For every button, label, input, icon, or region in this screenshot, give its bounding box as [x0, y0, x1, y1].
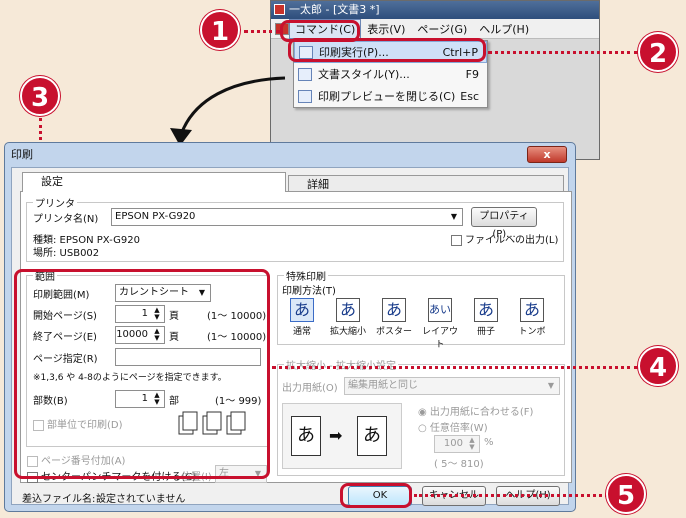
preview-source-page: あ: [291, 416, 321, 456]
printer-group-label: プリンタ: [33, 195, 77, 210]
printer-location: 場所: USB002: [33, 248, 100, 259]
callout-1: 1: [200, 10, 240, 50]
printer-name-value: EPSON PX-G920: [115, 211, 196, 222]
mode-booklet-label: 冊子: [476, 327, 495, 337]
mode-poster-label: ポスター: [375, 327, 412, 337]
callout-5-leader: [414, 494, 608, 497]
crop-marks-mode-icon: あ: [520, 298, 544, 322]
mode-crop-marks-label: トンボ: [518, 327, 546, 337]
output-paper-label: 出力用紙(O): [282, 383, 338, 394]
close-icon: x: [543, 148, 551, 161]
scale-settings-label: 拡大縮小 - 拡大縮小設定: [284, 357, 398, 372]
menu-page[interactable]: ページ(G): [411, 21, 473, 37]
highlight-range-area: [14, 269, 270, 479]
print-to-file-label: ファイルへの出力(L): [465, 235, 559, 246]
mode-scale[interactable]: あ拡大縮小: [326, 298, 370, 337]
scale-mode-icon: あ: [336, 298, 360, 322]
scale-settings-group: 拡大縮小 - 拡大縮小設定 出力用紙(O) 編集用紙と同じ ▼ あ ➡ あ ◉ …: [277, 357, 565, 476]
ratio-unit: %: [484, 437, 494, 448]
ratio-spinner[interactable]: 100 ▲ ▼: [434, 435, 480, 453]
menu-item-doc-style-label: 文書スタイル(Y)...: [318, 68, 410, 81]
preview-output-page: あ: [357, 416, 387, 456]
arrow-right-icon: ➡: [329, 426, 343, 445]
app-title-bar: 一太郎 - [文書3 *]: [271, 1, 599, 19]
app-icon: [274, 4, 285, 15]
mode-crop-marks[interactable]: あトンボ: [510, 298, 554, 337]
mode-layout[interactable]: あい レイアウト: [418, 298, 462, 350]
output-paper-value: 編集用紙と同じ: [348, 380, 418, 391]
document-style-icon: [298, 67, 312, 81]
print-method-label: 印刷方法(T): [282, 286, 336, 297]
booklet-mode-icon: あ: [474, 298, 498, 322]
ratio-hint: ( 5～ 810): [434, 459, 484, 470]
mode-normal[interactable]: あ通常: [280, 298, 324, 337]
callout-2: 2: [638, 32, 678, 72]
preview-icon: [298, 89, 312, 103]
printer-name-select[interactable]: EPSON PX-G920 ▼: [111, 208, 463, 226]
printer-group: プリンタ プリンタ名(N) EPSON PX-G920 ▼ プロパティ(P)..…: [26, 195, 564, 262]
menu-help[interactable]: ヘルプ(H): [473, 21, 535, 37]
curved-arrow-icon: [170, 76, 286, 146]
menu-item-close-preview[interactable]: 印刷プレビューを閉じる(C) Esc: [294, 85, 487, 107]
callout-4-leader: [272, 366, 638, 369]
merge-file-label: 差込ファイル名:: [22, 494, 96, 505]
chevron-down-icon: ▼: [450, 212, 458, 221]
custom-ratio-radio[interactable]: ○ 任意倍率(W): [418, 419, 488, 434]
menu-view[interactable]: 表示(V): [361, 21, 411, 37]
tab-settings[interactable]: 設定: [22, 172, 286, 192]
poster-mode-icon: あ: [382, 298, 406, 322]
highlight-print-item: [288, 38, 486, 62]
layout-mode-icon: あい: [428, 298, 452, 322]
callout-4: 4: [638, 346, 678, 386]
callout-1-leader: [244, 30, 280, 33]
printer-properties-button[interactable]: プロパティ(P)...: [471, 207, 537, 240]
printer-name-label: プリンタ名(N): [33, 214, 99, 225]
menu-item-close-preview-label: 印刷プレビューを閉じる(C): [318, 90, 456, 103]
fit-paper-radio[interactable]: ◉ 出力用紙に合わせる(F): [418, 403, 533, 418]
dialog-title-bar: 印刷 x: [5, 143, 575, 167]
mode-scale-label: 拡大縮小: [329, 327, 366, 337]
mode-poster[interactable]: あポスター: [372, 298, 416, 337]
special-print-group: 特殊印刷 印刷方法(T) あ通常 あ拡大縮小 あポスター あいレイアウト あ冊子…: [277, 268, 565, 350]
fit-paper-label: 出力用紙に合わせる(F): [429, 407, 534, 418]
chevron-down-icon: ▼: [547, 381, 555, 390]
callout-2-leader: [488, 51, 638, 54]
scale-preview: あ ➡ あ: [282, 403, 402, 469]
print-to-file-checkbox[interactable]: ファイルへの出力(L): [451, 231, 558, 246]
merge-file-value: 設定されていません: [96, 494, 186, 505]
dialog-close-button[interactable]: x: [527, 146, 567, 163]
normal-mode-icon: あ: [290, 298, 314, 322]
mode-layout-label: レイアウト: [421, 327, 458, 350]
callout-5: 5: [606, 474, 646, 514]
mode-normal-label: 通常: [292, 327, 311, 337]
highlight-ok-button: [340, 483, 412, 508]
special-print-label: 特殊印刷: [284, 268, 328, 283]
output-paper-select[interactable]: 編集用紙と同じ ▼: [344, 377, 560, 395]
mode-booklet[interactable]: あ冊子: [464, 298, 508, 337]
app-title: 一太郎 - [文書3 *]: [289, 3, 380, 16]
menu-item-close-preview-shortcut: Esc: [460, 89, 479, 103]
menu-item-doc-style-shortcut: F9: [465, 67, 479, 81]
ratio-value: 100: [443, 438, 463, 449]
callout-3: 3: [20, 76, 60, 116]
spinner-arrows-icon: ▲ ▼: [469, 436, 475, 451]
menu-item-doc-style[interactable]: 文書スタイル(Y)... F9: [294, 63, 487, 85]
dialog-title: 印刷: [11, 148, 33, 161]
custom-ratio-label: 任意倍率(W): [429, 423, 488, 434]
